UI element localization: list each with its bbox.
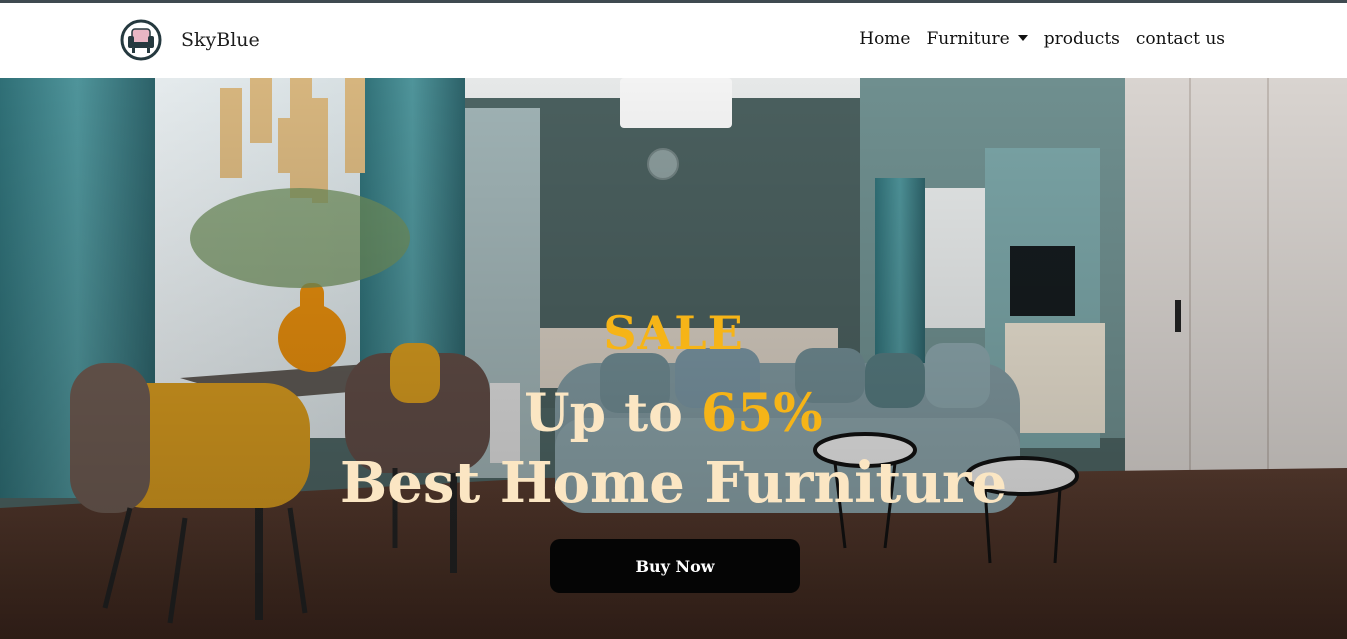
- brand-name: SkyBlue: [181, 29, 260, 51]
- nav-products[interactable]: products: [1044, 29, 1120, 49]
- brand[interactable]: SkyBlue: [120, 19, 260, 61]
- navbar: SkyBlue Home Furniture products contact …: [0, 3, 1347, 78]
- discount-prefix: Up to: [524, 383, 683, 444]
- caret-down-icon: [1017, 35, 1028, 41]
- main-nav: Home Furniture products contact us: [859, 29, 1225, 49]
- armchair-logo-icon: [120, 19, 162, 61]
- hero-banner: SALE Up to 65% Best Home Furniture Buy N…: [0, 78, 1347, 639]
- buy-now-button[interactable]: Buy Now: [550, 539, 800, 593]
- hero-headline: Best Home Furniture: [339, 450, 1008, 516]
- sale-label: SALE: [603, 306, 744, 360]
- discount-line: Up to 65%: [0, 383, 1347, 444]
- nav-furniture-dropdown[interactable]: Furniture: [927, 29, 1028, 49]
- nav-contact[interactable]: contact us: [1136, 29, 1225, 49]
- nav-home[interactable]: Home: [859, 29, 910, 49]
- nav-furniture-label: Furniture: [926, 29, 1010, 49]
- discount-percent: 65%: [700, 383, 823, 444]
